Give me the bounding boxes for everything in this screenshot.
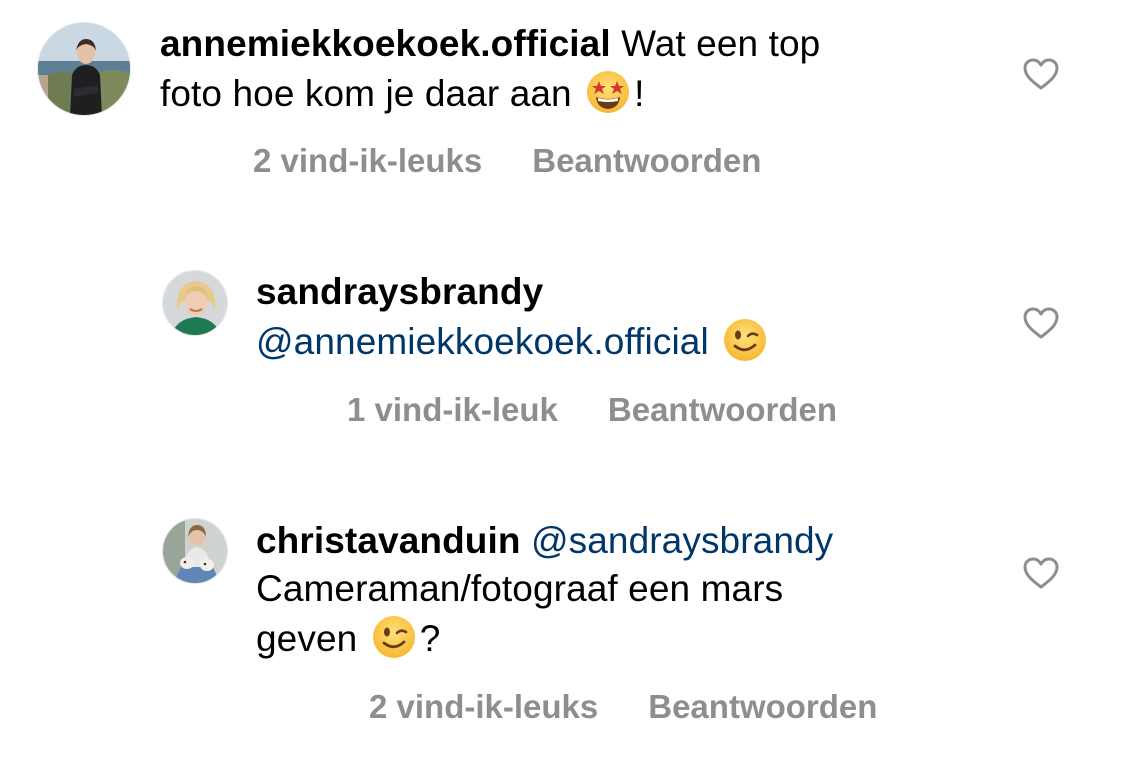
- comment-1: annemiekkoekoek.official Wat een top fot…: [0, 0, 1125, 200]
- comment-username[interactable]: sandraysbrandy: [256, 271, 543, 312]
- comment-2-text: sandraysbrandy @annemiekkoekoek.official: [256, 268, 956, 366]
- comment-text: Cameraman/fotograaf een mars: [256, 568, 784, 609]
- mention-link[interactable]: @annemiekkoekoek.official: [256, 321, 709, 362]
- avatar-photo: [38, 23, 130, 115]
- comment-text: foto hoe kom je daar aan: [160, 73, 583, 114]
- reply-button[interactable]: Beantwoorden: [608, 391, 837, 428]
- likes-count[interactable]: 2 vind-ik-leuks: [369, 688, 598, 725]
- comment-3-meta: 2 vind-ik-leuks Beantwoorden: [369, 687, 877, 727]
- comment-text: !: [634, 73, 645, 114]
- comment-text: ?: [419, 618, 441, 659]
- comment-3-text: christavanduin @sandraysbrandy Cameraman…: [256, 517, 976, 663]
- avatar-photo: [163, 519, 227, 583]
- mention-link[interactable]: @sandraysbrandy: [521, 520, 834, 561]
- star-struck-emoji-icon: [584, 68, 632, 116]
- comment-1-text: annemiekkoekoek.official Wat een top fot…: [160, 20, 960, 118]
- likes-count[interactable]: 2 vind-ik-leuks: [253, 142, 482, 179]
- comment-2-meta: 1 vind-ik-leuk Beantwoorden: [347, 390, 837, 430]
- avatar-sandraysbrandy[interactable]: [162, 270, 228, 336]
- comment-1-meta: 2 vind-ik-leuks Beantwoorden: [253, 141, 761, 181]
- comment-3: christavanduin @sandraysbrandy Cameraman…: [0, 0, 1125, 725]
- comment-username[interactable]: annemiekkoekoek.official: [160, 23, 611, 64]
- heart-icon[interactable]: [1022, 556, 1060, 590]
- avatar-photo: [163, 271, 227, 335]
- comment-text: geven: [256, 618, 368, 659]
- winking-face-emoji-icon: [721, 316, 769, 364]
- heart-icon[interactable]: [1022, 57, 1060, 91]
- avatar-christavanduin[interactable]: [162, 518, 228, 584]
- reply-button[interactable]: Beantwoorden: [648, 688, 877, 725]
- winking-face-emoji-icon: [370, 613, 418, 661]
- likes-count[interactable]: 1 vind-ik-leuk: [347, 391, 558, 428]
- heart-icon[interactable]: [1022, 306, 1060, 340]
- reply-button[interactable]: Beantwoorden: [532, 142, 761, 179]
- comment-text: Wat een top: [610, 23, 821, 64]
- avatar-annemiekkoekoek[interactable]: [37, 22, 131, 116]
- comment-username[interactable]: christavanduin: [256, 520, 521, 561]
